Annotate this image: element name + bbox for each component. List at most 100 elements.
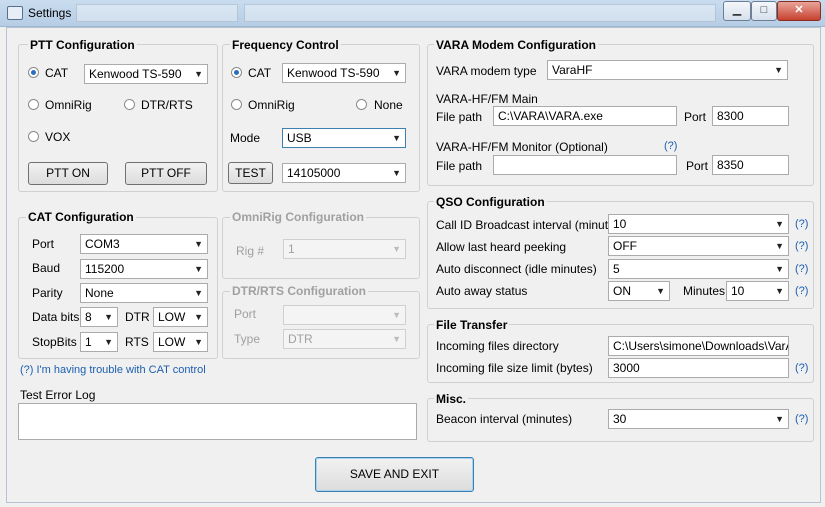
cat-stopbits-value: 1 <box>85 335 92 349</box>
maximize-button[interactable]: □ <box>751 1 777 21</box>
ft-limit-input[interactable]: 3000 <box>608 358 789 378</box>
cat-baud-select[interactable]: 115200 ▼ <box>80 259 208 279</box>
frequency-select[interactable]: 14105000 ▼ <box>282 163 406 183</box>
ptt-on-button[interactable]: PTT ON <box>28 162 108 185</box>
ptt-dtrrts-label: DTR/RTS <box>141 98 193 112</box>
chevron-down-icon: ▼ <box>392 334 401 344</box>
error-log-textarea[interactable] <box>18 403 417 440</box>
dtrrts-type-label: Type <box>234 332 261 346</box>
vara-type-select[interactable]: VaraHF ▼ <box>547 60 788 80</box>
ptt-config-title: PTT Configuration <box>28 38 137 52</box>
ft-dir-label: Incoming files directory <box>436 339 559 353</box>
vara-monitor-path-input[interactable] <box>493 155 677 175</box>
qso-minutes-select[interactable]: 10 ▼ <box>726 281 789 301</box>
omnirig-rig-label: Rig # <box>236 244 265 258</box>
cat-stopbits-select[interactable]: 1 ▼ <box>80 332 118 352</box>
vara-monitor-path-label: File path <box>436 159 483 173</box>
cat-dtr-select[interactable]: LOW ▼ <box>153 307 208 327</box>
qso-away-value: ON <box>613 284 631 298</box>
freq-omnirig-label: OmniRig <box>248 98 295 112</box>
title-bar: Settings ▁ □ ✕ <box>0 0 825 27</box>
freq-cat-value: Kenwood TS-590 <box>287 66 380 80</box>
dtrrts-config-title: DTR/RTS Configuration <box>230 284 368 298</box>
cat-dtr-value: LOW <box>158 310 186 324</box>
file-transfer-title: File Transfer <box>434 318 510 332</box>
freq-mode-value: USB <box>287 131 312 145</box>
vara-monitor-help-icon[interactable]: (?) <box>664 140 677 152</box>
cat-baud-value: 115200 <box>85 262 125 276</box>
ft-dir-input[interactable]: C:\Users\simone\Downloads\VarAC\ <box>608 336 789 356</box>
cat-rts-value: LOW <box>158 335 186 349</box>
cat-parity-select[interactable]: None ▼ <box>80 283 208 303</box>
qso-peek-label: Allow last heard peeking <box>436 240 567 254</box>
chevron-down-icon: ▼ <box>194 264 203 274</box>
ptt-off-button[interactable]: PTT OFF <box>125 162 207 185</box>
qso-autodisc-select[interactable]: 5 ▼ <box>608 259 789 279</box>
ft-limit-help-icon[interactable]: (?) <box>795 362 808 374</box>
minimize-button[interactable]: ▁ <box>723 1 751 21</box>
misc-beacon-label: Beacon interval (minutes) <box>436 412 573 426</box>
qso-away-select[interactable]: ON ▼ <box>608 281 670 301</box>
save-and-exit-button[interactable]: SAVE AND EXIT <box>315 457 474 492</box>
freq-mode-select[interactable]: USB ▼ <box>282 128 406 148</box>
test-button[interactable]: TEST <box>228 162 273 184</box>
dtrrts-type-select[interactable]: DTR ▼ <box>283 329 406 349</box>
qso-autodisc-help-icon[interactable]: (?) <box>795 263 808 275</box>
ptt-cat-value: Kenwood TS-590 <box>89 67 182 81</box>
cat-parity-value: None <box>85 286 114 300</box>
cat-port-select[interactable]: COM3 ▼ <box>80 234 208 254</box>
ptt-dtrrts-radio[interactable] <box>124 99 135 110</box>
freq-cat-radio[interactable] <box>231 67 242 78</box>
app-icon <box>7 6 23 20</box>
vara-main-path-label: File path <box>436 110 483 124</box>
chevron-down-icon: ▼ <box>194 239 203 249</box>
qso-peek-select[interactable]: OFF ▼ <box>608 236 789 256</box>
vara-main-path-input[interactable]: C:\VARA\VARA.exe <box>493 106 677 126</box>
chevron-down-icon: ▼ <box>656 286 665 296</box>
ptt-cat-radio-select[interactable]: Kenwood TS-590 ▼ <box>84 64 208 84</box>
qso-callid-select[interactable]: 10 ▼ <box>608 214 789 234</box>
vara-monitor-port-input[interactable]: 8350 <box>712 155 789 175</box>
ptt-cat-radio[interactable] <box>28 67 39 78</box>
freq-cat-select[interactable]: Kenwood TS-590 ▼ <box>282 63 406 83</box>
chevron-down-icon: ▼ <box>775 264 784 274</box>
ptt-omnirig-radio[interactable] <box>28 99 39 110</box>
ft-limit-label: Incoming file size limit (bytes) <box>436 361 593 375</box>
vara-main-port-input[interactable]: 8300 <box>712 106 789 126</box>
misc-beacon-help-icon[interactable]: (?) <box>795 413 808 425</box>
chevron-down-icon: ▼ <box>194 69 203 79</box>
cat-port-value: COM3 <box>85 237 120 251</box>
cat-rts-label: RTS <box>125 335 149 349</box>
chevron-down-icon: ▼ <box>774 65 783 75</box>
qso-callid-help-icon[interactable]: (?) <box>795 218 808 230</box>
cat-rts-select[interactable]: LOW ▼ <box>153 332 208 352</box>
qso-autodisc-value: 5 <box>613 262 620 276</box>
chevron-down-icon: ▼ <box>775 241 784 251</box>
cat-databits-label: Data bits <box>32 310 80 324</box>
vara-main-port-label: Port <box>684 110 707 124</box>
cat-databits-select[interactable]: 8 ▼ <box>80 307 118 327</box>
freq-omnirig-radio[interactable] <box>231 99 242 110</box>
freq-none-radio[interactable] <box>356 99 367 110</box>
omnirig-config-title: OmniRig Configuration <box>230 210 366 224</box>
close-button[interactable]: ✕ <box>777 1 821 21</box>
qso-away-label: Auto away status <box>436 284 528 298</box>
chevron-down-icon: ▼ <box>392 68 401 78</box>
omnirig-rig-select[interactable]: 1 ▼ <box>283 239 406 259</box>
ptt-cat-label: CAT <box>45 66 69 80</box>
ptt-vox-label: VOX <box>45 130 71 144</box>
dtrrts-port-select[interactable]: ▼ <box>283 305 406 325</box>
cat-parity-label: Parity <box>32 286 63 300</box>
chevron-down-icon: ▼ <box>392 244 401 254</box>
cat-help-link[interactable]: (?) I'm having trouble with CAT control <box>20 364 206 376</box>
misc-beacon-select[interactable]: 30 ▼ <box>608 409 789 429</box>
cat-config-title: CAT Configuration <box>26 210 136 224</box>
ptt-vox-radio[interactable] <box>28 131 39 142</box>
qso-minutes-value: 10 <box>731 284 745 298</box>
freq-mode-label: Mode <box>230 131 261 145</box>
qso-config-title: QSO Configuration <box>434 195 547 209</box>
qso-autodisc-label: Auto disconnect (idle minutes) <box>436 262 597 276</box>
qso-callid-value: 10 <box>613 217 627 231</box>
qso-away-help-icon[interactable]: (?) <box>795 285 808 297</box>
qso-peek-help-icon[interactable]: (?) <box>795 240 808 252</box>
